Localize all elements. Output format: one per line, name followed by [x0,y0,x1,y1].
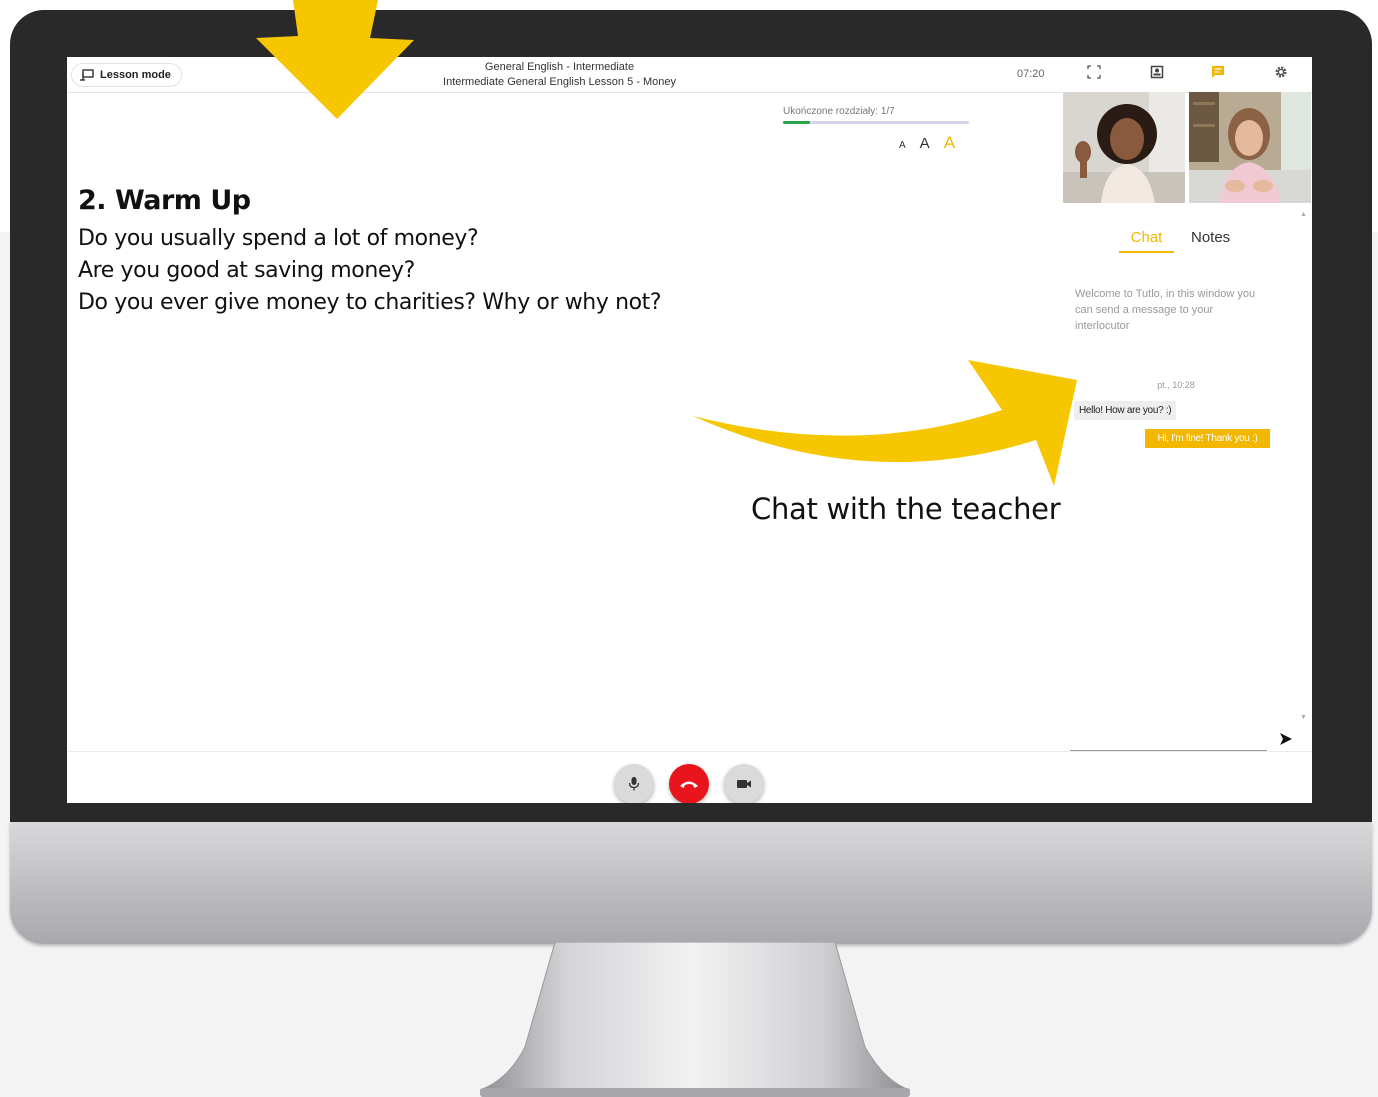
outgoing-message: Hi, I'm fine! Thank you :) [1145,429,1270,448]
end-call-icon [680,781,698,788]
video-feeds [1063,92,1312,203]
monitor-stand [479,942,911,1097]
message-timestamp: pt., 10:28 [1157,380,1195,390]
presentation-icon [80,69,94,81]
section-title: 2. Warm Up [78,185,251,216]
chat-icon[interactable] [1211,65,1225,79]
lesson-title: Intermediate General English Lesson 5 - … [443,76,676,88]
chat-scrollbar[interactable]: ▲ ▼ [1300,211,1307,721]
course-title: General English - Intermediate [484,61,635,73]
annotation-label: Chat with the teacher [751,492,1061,526]
progress-bar-fill [783,121,810,124]
font-size-large-button[interactable]: A [944,133,955,153]
scroll-up-icon[interactable]: ▲ [1300,211,1307,218]
chat-panel: Chat Notes Welcome to Tutlo, in this win… [1063,203,1312,751]
teacher-video [1063,92,1185,203]
microphone-icon [628,777,640,791]
call-controls [67,751,1312,803]
font-size-controls: A A A [899,133,955,153]
student-video [1189,92,1311,203]
camera-button[interactable] [724,764,764,803]
progress-bar [783,121,969,124]
camera-icon [737,780,751,788]
font-size-medium-button[interactable]: A [920,135,930,152]
top-bar: Lesson mode General English - Intermedia… [67,57,1312,93]
lesson-mode-label: Lesson mode [100,69,171,81]
settings-icon[interactable] [1274,65,1288,79]
fullscreen-icon[interactable] [1087,65,1101,79]
incoming-message: Hello! How are you? :) [1074,401,1177,420]
question-item: Do you ever give money to charities? Why… [78,290,662,315]
end-call-button[interactable] [669,764,709,803]
lesson-timer: 07:20 [1017,68,1045,80]
question-item: Do you usually spend a lot of money? [78,226,479,251]
question-item: Are you good at saving money? [78,258,415,283]
welcome-message: Welcome to Tutlo, in this window you can… [1075,288,1256,332]
monitor-chin [10,822,1372,944]
contact-card-icon[interactable] [1150,65,1164,79]
question-list: Do you usually spend a lot of money? Are… [78,223,662,319]
app-screen: Lesson mode General English - Intermedia… [67,57,1312,803]
progress-label: Ukończone rozdziały: 1/7 [783,106,895,117]
font-size-small-button[interactable]: A [899,140,906,151]
microphone-button[interactable] [614,764,654,803]
tab-notes[interactable]: Notes [1191,229,1230,246]
lesson-header: General English - Intermediate Intermedi… [397,60,722,90]
send-icon[interactable] [1279,732,1293,746]
tab-chat[interactable]: Chat [1119,229,1174,253]
scroll-down-icon[interactable]: ▼ [1300,714,1307,721]
lesson-mode-button[interactable]: Lesson mode [71,63,182,87]
